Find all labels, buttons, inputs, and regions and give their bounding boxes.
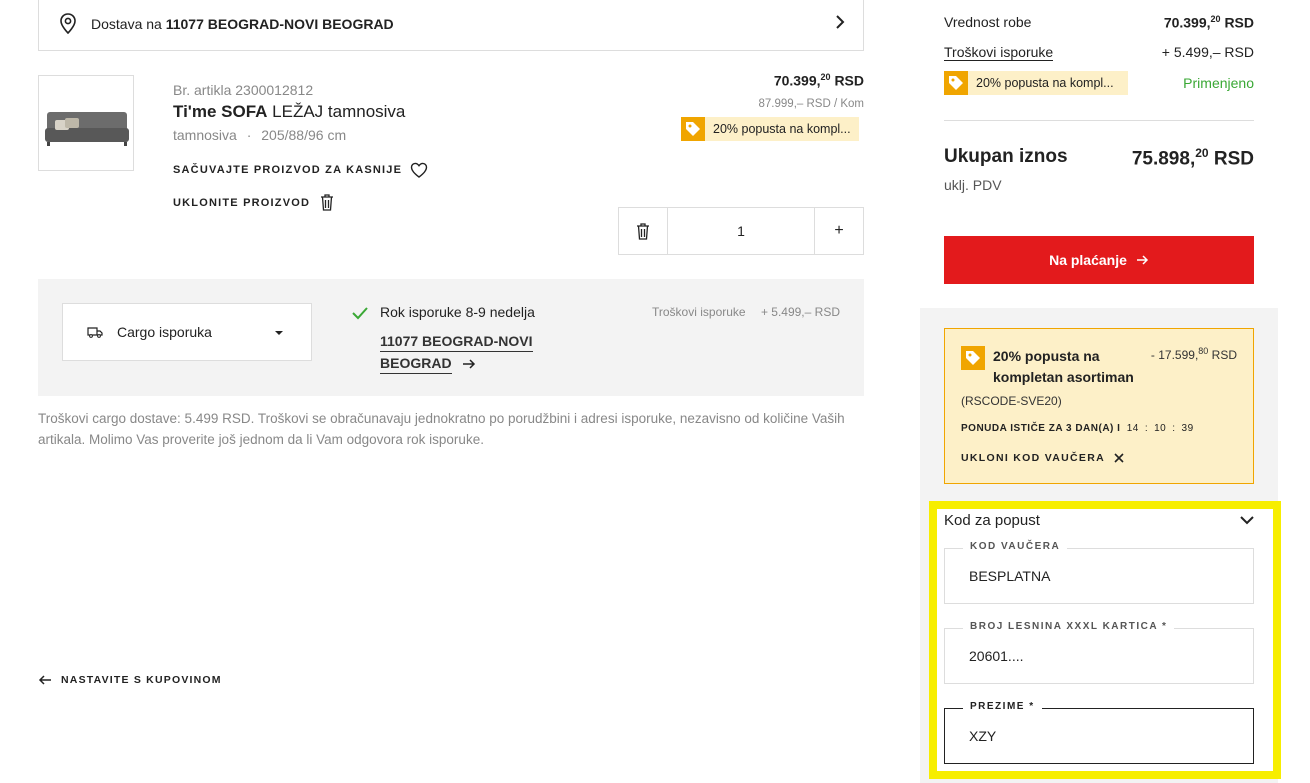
voucher-minutes: 10 <box>1154 423 1167 434</box>
voucher-discount: - 17.599,80 RSD <box>1151 346 1237 362</box>
checkout-button[interactable]: Na plaćanje <box>944 236 1254 284</box>
summary-divider <box>944 120 1254 121</box>
goods-value-currency: RSD <box>1224 14 1254 31</box>
goods-value-label: Vrednost robe <box>944 14 1032 30</box>
product-promo-tag[interactable]: 20% popusta na kompl... <box>681 117 859 141</box>
voucher-seconds: 39 <box>1181 423 1194 434</box>
save-for-later-button[interactable]: SAČUVAJTE PROIZVOD ZA KASNIJE <box>173 162 428 178</box>
product-color: tamnosiva <box>173 127 237 143</box>
tag-icon <box>944 71 968 95</box>
quantity-value[interactable]: 1 <box>667 208 815 254</box>
summary-promo-tag: 20% popusta na kompl... <box>944 71 1128 95</box>
product-price-main: 70.399, <box>773 72 821 89</box>
tag-icon <box>681 117 705 141</box>
voucher-hours: 14 <box>1126 423 1139 434</box>
product-name-rest: LEŽAJ tamnosiva <box>272 102 406 121</box>
remove-product-button[interactable]: UKLONITE PROIZVOD <box>173 194 334 211</box>
summary-promo-label: 20% popusta na kompl... <box>976 76 1114 90</box>
product-dimensions: 205/88/96 cm <box>261 127 347 143</box>
total-currency: RSD <box>1213 148 1254 170</box>
voucher-expiry-prefix: PONUDA ISTIČE ZA 3 DAN(A) I <box>961 423 1121 434</box>
total-main: 75.898, <box>1131 148 1196 170</box>
total-label: Ukupan iznos <box>944 146 1068 167</box>
shipping-method-label: Cargo isporuka <box>117 324 212 340</box>
product-promo-label: 20% popusta na kompl... <box>713 122 851 136</box>
product-thumbnail[interactable] <box>38 75 134 171</box>
goods-value-cents: 20 <box>1210 14 1221 24</box>
voucher-code: (RSCODE-SVE20) <box>961 394 1062 408</box>
chevron-right-icon[interactable] <box>833 12 847 32</box>
tag-icon <box>961 346 985 370</box>
truck-icon <box>87 327 103 338</box>
attribute-separator: · <box>246 127 252 143</box>
goods-value-amount: 70.399,20 RSD <box>1164 14 1254 31</box>
product-name-bold: Ti'me SOFA <box>173 102 268 121</box>
product-sku: Br. artikla 2300012812 <box>173 82 314 98</box>
heart-icon <box>410 162 428 178</box>
increase-quantity-button[interactable]: + <box>815 208 863 254</box>
voucher-title: 20% popusta na kompletan asortiman <box>993 346 1134 388</box>
voucher-title-line1: 20% popusta na <box>993 348 1100 364</box>
product-name[interactable]: Ti'me SOFA LEŽAJ tamnosiva <box>173 102 405 122</box>
quantity-stepper[interactable]: 1 + <box>618 207 864 255</box>
shipping-cost: Troškovi isporuke + 5.499,– RSD <box>652 305 840 319</box>
delivery-eta: Rok isporuke 8-9 nedelja <box>380 304 535 320</box>
arrow-right-icon <box>463 359 476 369</box>
plus-icon: + <box>834 222 844 239</box>
product-price: 70.399,20 RSD <box>774 72 864 89</box>
remove-voucher-label: UKLONI KOD VAUČERA <box>961 452 1105 464</box>
close-icon <box>1114 453 1124 463</box>
shipping-method-select[interactable]: Cargo isporuka <box>62 303 312 361</box>
unit-price: 87.999,– RSD / Kom <box>758 98 864 110</box>
summary-shipping-value: + 5.499,– RSD <box>1161 44 1254 60</box>
shipping-address-link[interactable]: 11077 BEOGRAD-NOVI BEOGRAD <box>380 330 533 374</box>
promo-applied-status: Primenjeno <box>1183 75 1254 91</box>
total-amount: 75.898,20 RSD <box>1132 146 1254 170</box>
delivery-location: 11077 BEOGRAD-NOVI BEOGRAD <box>165 16 394 32</box>
trash-icon <box>321 194 334 211</box>
continue-shopping-link[interactable]: NASTAVITE S KUPOVINOM <box>38 674 222 686</box>
delivery-text: Dostava na 11077 BEOGRAD-NOVI BEOGRAD <box>91 16 394 32</box>
continue-shopping-label: NASTAVITE S KUPOVINOM <box>61 674 222 686</box>
arrow-right-icon <box>1136 255 1148 265</box>
checkout-label: Na plaćanje <box>1049 252 1127 268</box>
product-price-currency: RSD <box>834 72 864 89</box>
shipping-note: Troškovi cargo dostave: 5.499 RSD. Trošk… <box>38 411 845 447</box>
shipping-cost-label: Troškovi isporuke <box>652 305 746 319</box>
summary-shipping-label[interactable]: Troškovi isporuke <box>944 44 1054 61</box>
checkmark-icon <box>352 307 368 320</box>
delivery-prefix: Dostava na <box>91 16 162 32</box>
product-price-cents: 20 <box>820 72 831 82</box>
shipping-cost-row: Troškovi isporuke + 5.499,– RSD <box>944 44 1254 61</box>
voucher-discount-cents: 80 <box>1198 346 1209 356</box>
shipping-address-line1: 11077 BEOGRAD-NOVI <box>380 331 533 352</box>
voucher-discount-currency: RSD <box>1211 348 1237 362</box>
applied-promo-row: 20% popusta na kompl... Primenjeno <box>944 71 1254 95</box>
remove-voucher-button[interactable]: UKLONI KOD VAUČERA <box>961 452 1124 464</box>
voucher-title-line2: kompletan asortiman <box>993 369 1134 385</box>
total-cents: 20 <box>1195 146 1209 160</box>
delivery-address-bar[interactable]: Dostava na 11077 BEOGRAD-NOVI BEOGRAD <box>38 0 864 51</box>
arrow-left-icon <box>38 675 51 685</box>
location-pin-icon <box>60 13 76 35</box>
total-row: Ukupan iznos 75.898,20 RSD <box>944 146 1254 170</box>
sofa-image <box>45 112 129 146</box>
remove-product-label: UKLONITE PROIZVOD <box>173 196 311 209</box>
shipping-cost-value: + 5.499,– RSD <box>760 305 840 319</box>
voucher-discount-main: - 17.599, <box>1150 348 1199 362</box>
trash-icon <box>637 222 649 240</box>
save-for-later-label: SAČUVAJTE PROIZVOD ZA KASNIJE <box>173 164 403 176</box>
goods-value-row: Vrednost robe 70.399,20 RSD <box>944 14 1254 31</box>
highlight-frame <box>929 501 1281 779</box>
shipping-address-line2: BEOGRAD <box>380 353 452 374</box>
delete-quantity-button[interactable] <box>619 208 667 254</box>
goods-value-main: 70.399, <box>1163 14 1211 31</box>
dropdown-caret-icon <box>275 331 283 335</box>
applied-voucher-card: 20% popusta na kompletan asortiman - 17.… <box>944 328 1254 484</box>
vat-note: uklj. PDV <box>944 177 1002 193</box>
product-attributes: tamnosiva · 205/88/96 cm <box>173 127 346 143</box>
voucher-expiry: PONUDA ISTIČE ZA 3 DAN(A) I 14:10:39 <box>961 423 1194 434</box>
